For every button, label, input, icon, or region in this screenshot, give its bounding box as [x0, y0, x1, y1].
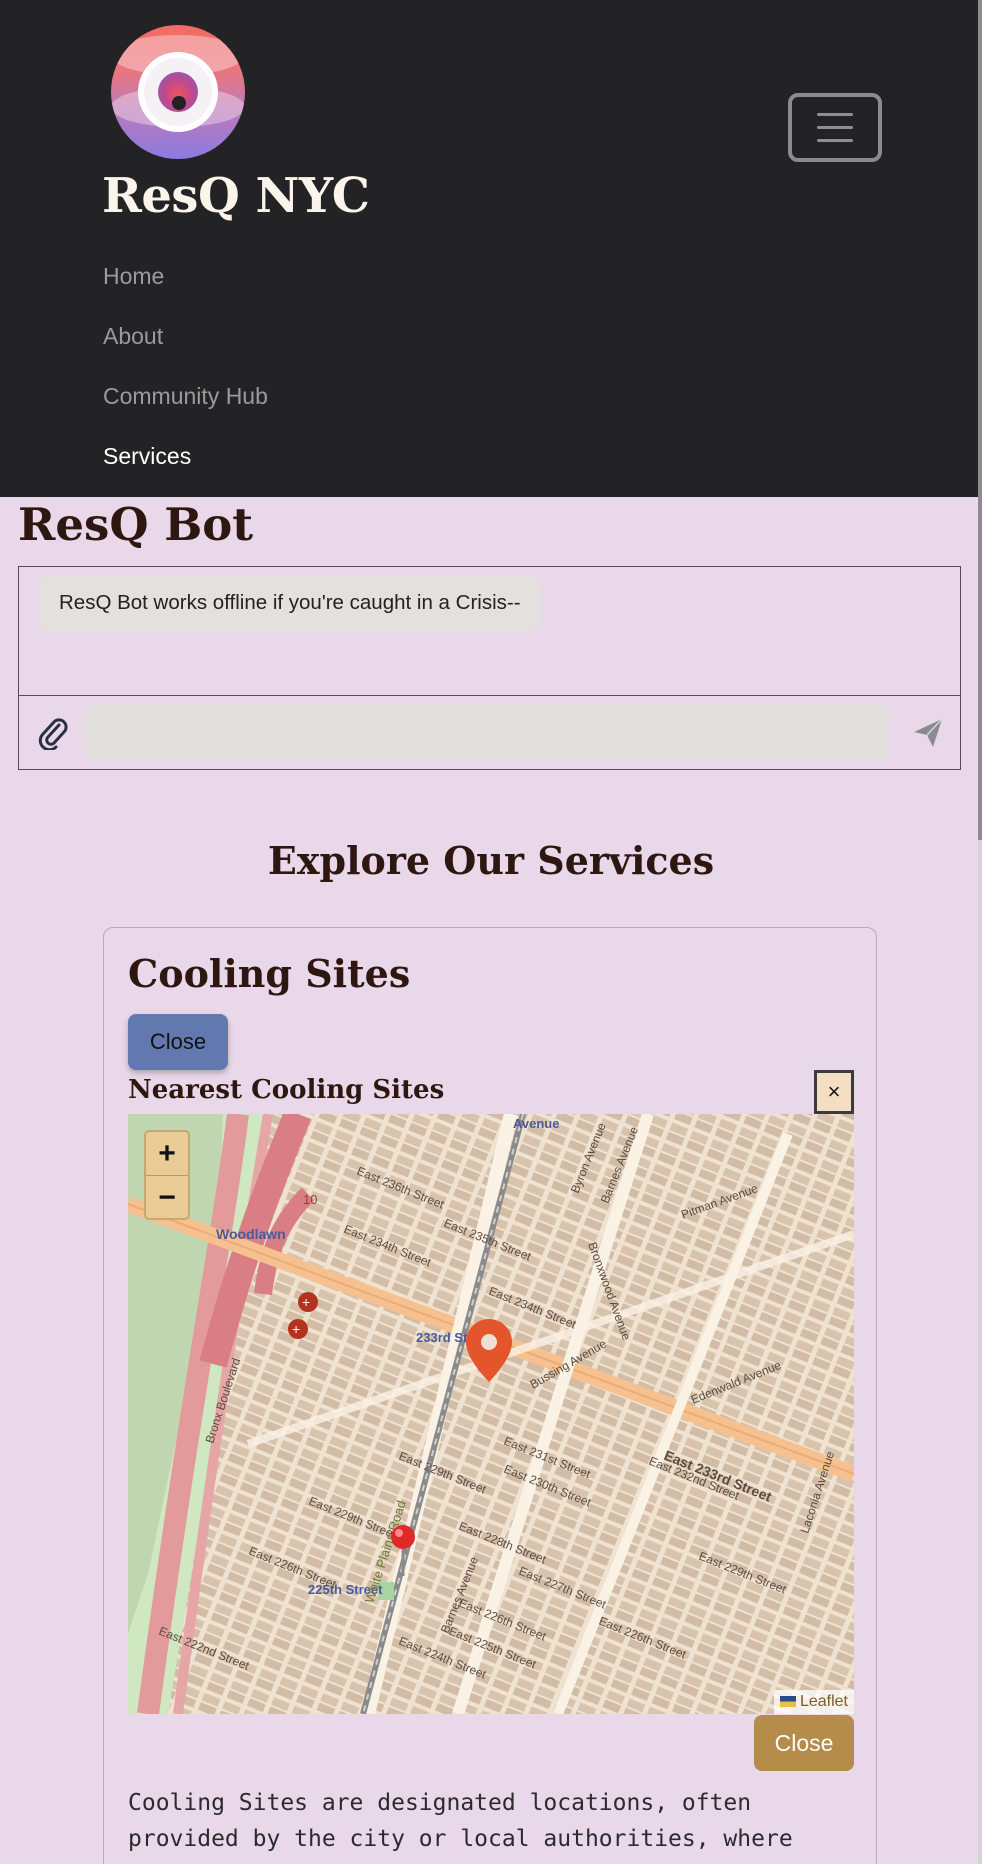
svg-text:10: 10 [303, 1192, 317, 1207]
leaflet-link[interactable]: Leaflet [800, 1693, 848, 1710]
map-attribution[interactable]: Leaflet [773, 1690, 854, 1714]
chat-input-row [18, 695, 961, 770]
chat-window: ResQ Bot works offline if you're caught … [18, 566, 961, 696]
nav-link-services[interactable]: Services [103, 443, 191, 470]
paper-plane-icon[interactable] [911, 716, 945, 750]
cooling-sites-map[interactable]: + + Woodlawn 233rd Street 225th Street A… [128, 1114, 854, 1714]
close-map-button[interactable]: Close [754, 1715, 854, 1771]
svg-text:+: + [292, 1321, 300, 1337]
services-heading: Explore Our Services [267, 838, 715, 883]
paperclip-icon[interactable] [37, 716, 69, 750]
zoom-in-button[interactable]: + [146, 1132, 188, 1175]
navbar: ResQ NYC Home About Community Hub Servic… [0, 0, 982, 497]
svg-text:+: + [302, 1294, 310, 1310]
resq-logo-icon[interactable] [111, 25, 245, 159]
map-tiles: + + Woodlawn 233rd Street 225th Street A… [128, 1114, 854, 1714]
map-zoom-control: + − [144, 1130, 190, 1220]
nav-link-community-hub[interactable]: Community Hub [103, 383, 268, 410]
service-description: Cooling Sites are designated locations, … [128, 1790, 834, 1864]
scrollbar-thumb[interactable] [978, 0, 982, 840]
bot-title: ResQ Bot [18, 498, 254, 551]
brand-name[interactable]: ResQ NYC [102, 168, 370, 224]
chat-message-input[interactable] [85, 704, 889, 760]
svg-text:Avenue: Avenue [513, 1116, 559, 1131]
hamburger-menu-icon[interactable] [788, 93, 882, 162]
nav-link-home[interactable]: Home [103, 263, 164, 290]
nav-link-about[interactable]: About [103, 323, 163, 350]
nearest-sites-heading: Nearest Cooling Sites [128, 1075, 445, 1105]
bot-message: ResQ Bot works offline if you're caught … [39, 575, 541, 631]
ukraine-flag-icon [779, 1696, 796, 1707]
zoom-out-button[interactable]: − [146, 1176, 188, 1219]
card-title: Cooling Sites [128, 951, 411, 996]
service-card-cooling-sites: Cooling Sites Close Nearest Cooling Site… [103, 927, 877, 1864]
close-icon[interactable]: × [814, 1070, 854, 1114]
close-button[interactable]: Close [128, 1014, 228, 1070]
svg-text:Woodlawn: Woodlawn [216, 1226, 286, 1242]
